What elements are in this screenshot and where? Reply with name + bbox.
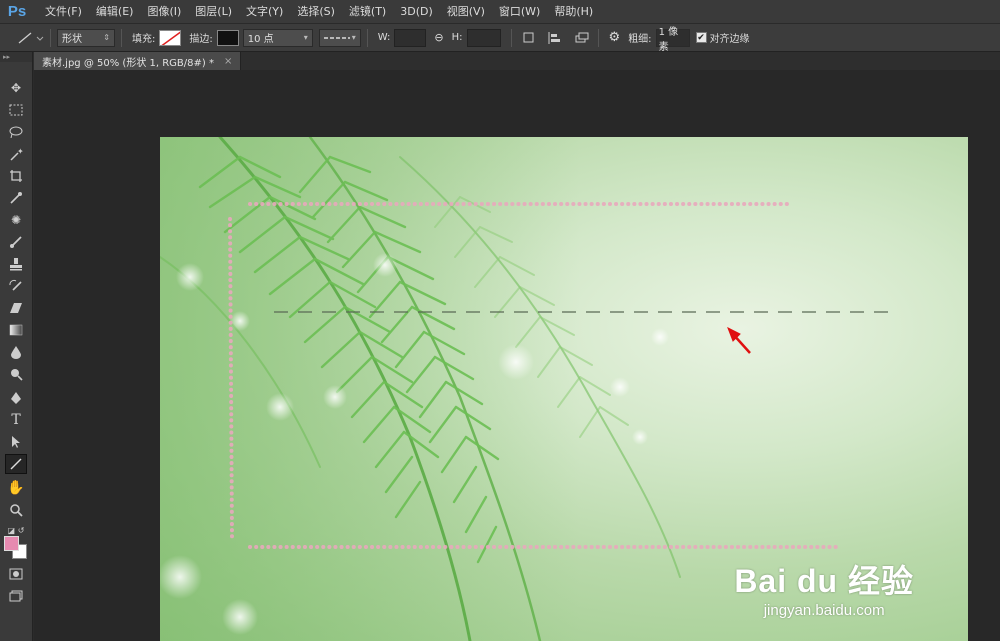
photoshop-logo: Ps [7,3,27,20]
path-alignment-icon[interactable] [544,29,566,47]
dashed-line-icon [323,36,350,39]
stroke-type-dropdown[interactable]: ▾ [318,28,361,47]
stroke-width-input[interactable]: 10 点 ▾ [242,28,313,47]
eyedropper-icon[interactable] [5,188,27,208]
width-label: W: [377,32,391,43]
path-arrangement-icon[interactable] [570,29,592,47]
menu-layer[interactable]: 图层(L) [188,0,239,24]
gradient-icon[interactable] [5,320,27,340]
fill-label: 填充: [132,34,156,45]
line-tool-icon[interactable] [5,454,27,474]
eraser-icon[interactable] [5,298,27,318]
menu-file[interactable]: 文件(F) [38,0,89,24]
document-tab-title: 素材.jpg @ 50% (形状 1, RGB/8#) * [42,57,214,69]
baidu-watermark: Bai du 经验 jingyan.baidu.com [734,556,914,619]
mode-dropdown[interactable]: 形状 ⇕ [57,28,115,47]
tools-panel: ▸▸ ✥ ✦ ✺ T ✋ ◪ ↺ [0,52,33,641]
path-selection-icon[interactable] [5,432,27,452]
line-preset-icon [18,32,44,43]
gear-icon[interactable]: ⚙ [609,30,621,45]
history-brush-icon[interactable] [5,276,27,296]
menu-type[interactable]: 文字(Y) [239,0,290,24]
screen-mode-icon[interactable] [5,586,27,606]
stroke-label: 描边: [189,34,213,45]
path-operations-icon[interactable] [520,29,540,47]
menu-items: 文件(F) 编辑(E) 图像(I) 图层(L) 文字(Y) 选择(S) 滤镜(T… [38,0,600,24]
chevron-down-icon: ▾ [351,33,356,42]
clone-stamp-icon[interactable] [5,254,27,274]
chevron-down-icon: ▾ [303,33,308,42]
height-input[interactable] [466,28,501,47]
svg-text:✦: ✦ [17,147,23,156]
fill-swatch[interactable] [159,29,182,46]
menu-window[interactable]: 窗口(W) [492,0,547,24]
divider [510,28,512,47]
menu-filter[interactable]: 滤镜(T) [342,0,393,24]
annotation-arrow-icon [727,326,751,354]
type-icon[interactable]: T [5,410,27,430]
foreground-color-swatch[interactable] [4,536,19,551]
mode-value: 形状 [62,34,82,45]
zoom-icon[interactable] [5,500,27,520]
menu-view[interactable]: 视图(V) [440,0,492,24]
checkmark-icon: ✔ [695,32,707,43]
weight-value: 1 像素 [658,26,679,53]
divider [597,28,599,47]
crop-icon[interactable] [5,166,27,186]
menu-bar: Ps 文件(F) 编辑(E) 图像(I) 图层(L) 文字(Y) 选择(S) 滤… [0,0,1000,24]
blur-icon[interactable] [5,342,27,362]
brush-icon[interactable] [5,232,27,252]
options-bar: 形状 ⇕ 填充: 描边: 10 点 ▾ ▾ W: ⊖ H: ⚙ 粗细: 1 像素… [0,24,1000,53]
align-edges-checkbox[interactable]: ✔ 对齐边缘 [695,30,750,45]
dodge-icon[interactable] [5,364,27,384]
divider [121,28,122,47]
height-label: H: [451,32,463,43]
move-icon[interactable]: ✥ [5,78,27,98]
baidu-url: jingyan.baidu.com [763,602,885,619]
close-icon[interactable]: × [224,56,232,67]
divider [366,28,368,47]
document-canvas[interactable]: Bai du 经验 jingyan.baidu.com [160,137,968,641]
stroke-swatch[interactable] [216,29,239,46]
tool-preset-picker[interactable] [16,29,44,47]
weight-label: 粗细: [628,34,652,45]
healing-brush-icon[interactable]: ✺ [5,210,27,230]
marquee-icon[interactable] [5,100,27,120]
divider [50,28,51,47]
width-input[interactable] [394,28,427,47]
lasso-icon[interactable] [5,122,27,142]
canvas-workspace: Bai du 经验 jingyan.baidu.com [34,70,1000,641]
menu-select[interactable]: 选择(S) [290,0,342,24]
hand-icon[interactable]: ✋ [5,478,27,498]
magic-wand-icon[interactable]: ✦ [5,144,27,164]
link-icon[interactable]: ⊖ [434,31,443,44]
pen-icon[interactable] [5,388,27,408]
document-tab-bar: 素材.jpg @ 50% (形状 1, RGB/8#) * × [0,52,1000,70]
baidu-logo: Bai du 经验 [734,563,914,599]
menu-3d[interactable]: 3D(D) [393,0,440,24]
align-edges-label: 对齐边缘 [709,34,750,45]
panel-collapse-icon[interactable]: ▸▸ [0,52,32,62]
updown-arrow-icon: ⇕ [103,33,110,42]
stroke-width-value: 10 点 [247,34,274,45]
menu-edit[interactable]: 编辑(E) [89,0,141,24]
quick-mask-icon[interactable] [5,564,27,584]
no-fill-icon [161,31,181,45]
document-tab[interactable]: 素材.jpg @ 50% (形状 1, RGB/8#) * × [34,52,242,70]
menu-help[interactable]: 帮助(H) [547,0,600,24]
weight-input[interactable]: 1 像素 [655,27,690,53]
menu-image[interactable]: 图像(I) [140,0,188,24]
